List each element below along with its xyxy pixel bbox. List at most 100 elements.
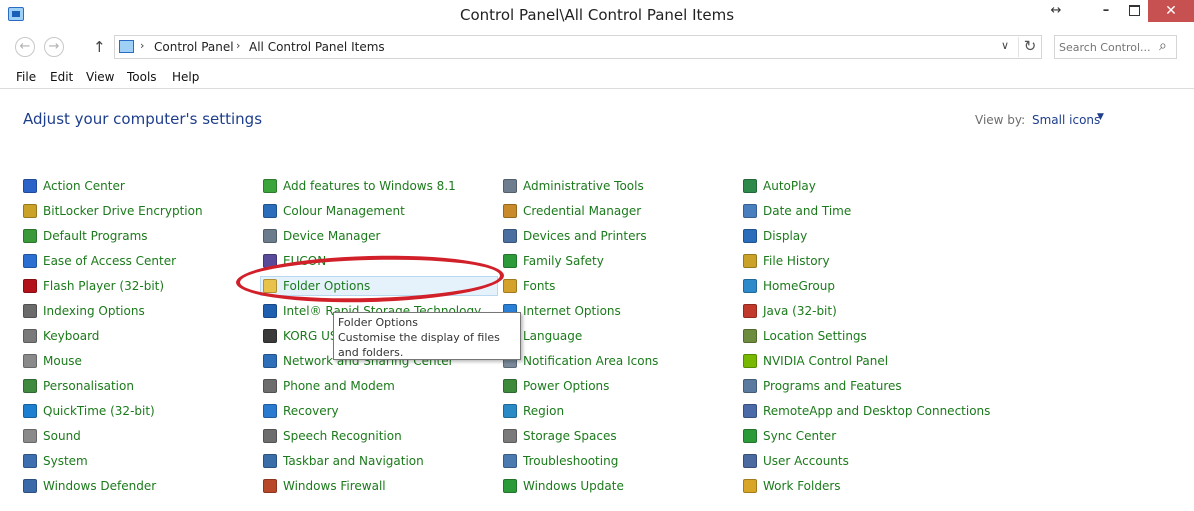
item-personalisation[interactable]: Personalisation bbox=[23, 376, 134, 396]
programs-and-features-icon bbox=[743, 379, 757, 393]
item-recovery[interactable]: Recovery bbox=[263, 401, 339, 421]
item-ease-of-access-center[interactable]: Ease of Access Center bbox=[23, 251, 176, 271]
address-bar[interactable]: › Control Panel › All Control Panel Item… bbox=[114, 35, 1042, 59]
item-colour-management[interactable]: Colour Management bbox=[263, 201, 405, 221]
sync-center-icon bbox=[743, 429, 757, 443]
region-icon bbox=[503, 404, 517, 418]
item-administrative-tools[interactable]: Administrative Tools bbox=[503, 176, 644, 196]
item-sound[interactable]: Sound bbox=[23, 426, 81, 446]
item-fonts[interactable]: Fonts bbox=[503, 276, 555, 296]
item-windows-update[interactable]: Windows Update bbox=[503, 476, 624, 496]
item-label: User Accounts bbox=[763, 454, 849, 468]
item-keyboard[interactable]: Keyboard bbox=[23, 326, 99, 346]
item-mouse[interactable]: Mouse bbox=[23, 351, 82, 371]
item-windows-firewall[interactable]: Windows Firewall bbox=[263, 476, 386, 496]
breadcrumb-separator-icon[interactable]: › bbox=[140, 39, 144, 52]
taskbar-and-navigation-icon bbox=[263, 454, 277, 468]
breadcrumb-all-items[interactable]: All Control Panel Items bbox=[249, 40, 385, 54]
item-homegroup[interactable]: HomeGroup bbox=[743, 276, 835, 296]
item-autoplay[interactable]: AutoPlay bbox=[743, 176, 816, 196]
resize-icon[interactable]: ↔ bbox=[1036, 0, 1076, 22]
item-flash-player-32-bit[interactable]: Flash Player (32-bit) bbox=[23, 276, 164, 296]
item-location-settings[interactable]: Location Settings bbox=[743, 326, 867, 346]
colour-management-icon bbox=[263, 204, 277, 218]
item-label: Language bbox=[523, 329, 583, 343]
item-date-and-time[interactable]: Date and Time bbox=[743, 201, 851, 221]
flash-player-32-bit-icon bbox=[23, 279, 37, 293]
item-system[interactable]: System bbox=[23, 451, 88, 471]
item-speech-recognition[interactable]: Speech Recognition bbox=[263, 426, 402, 446]
item-label: Windows Firewall bbox=[283, 479, 386, 493]
breadcrumb-control-panel[interactable]: Control Panel bbox=[154, 40, 234, 54]
item-credential-manager[interactable]: Credential Manager bbox=[503, 201, 641, 221]
item-bitlocker-drive-encryption[interactable]: BitLocker Drive Encryption bbox=[23, 201, 203, 221]
item-default-programs[interactable]: Default Programs bbox=[23, 226, 148, 246]
default-programs-icon bbox=[23, 229, 37, 243]
item-device-manager[interactable]: Device Manager bbox=[263, 226, 380, 246]
view-by-dropdown[interactable]: Small icons bbox=[1032, 113, 1100, 127]
item-power-options[interactable]: Power Options bbox=[503, 376, 609, 396]
windows-firewall-icon bbox=[263, 479, 277, 493]
close-button[interactable]: ✕ bbox=[1148, 0, 1194, 22]
breadcrumb-separator-icon[interactable]: › bbox=[236, 39, 240, 52]
item-label: Devices and Printers bbox=[523, 229, 647, 243]
item-storage-spaces[interactable]: Storage Spaces bbox=[503, 426, 617, 446]
item-windows-defender[interactable]: Windows Defender bbox=[23, 476, 156, 496]
menu-file[interactable]: File bbox=[16, 70, 36, 84]
item-add-features-to-windows-8-1[interactable]: Add features to Windows 8.1 bbox=[263, 176, 456, 196]
ease-of-access-center-icon bbox=[23, 254, 37, 268]
search-icon[interactable]: ⌕ bbox=[1159, 38, 1167, 54]
item-label: Ease of Access Center bbox=[43, 254, 177, 268]
item-taskbar-and-navigation[interactable]: Taskbar and Navigation bbox=[263, 451, 424, 471]
troubleshooting-icon bbox=[503, 454, 517, 468]
menu-edit[interactable]: Edit bbox=[50, 70, 73, 84]
item-nvidia-control-panel[interactable]: NVIDIA Control Panel bbox=[743, 351, 888, 371]
item-quicktime-32-bit[interactable]: QuickTime (32-bit) bbox=[23, 401, 155, 421]
menu-view[interactable]: View bbox=[86, 70, 114, 84]
speech-recognition-icon bbox=[263, 429, 277, 443]
control-panel-icon bbox=[119, 40, 134, 53]
item-family-safety[interactable]: Family Safety bbox=[503, 251, 604, 271]
windows-defender-icon bbox=[23, 479, 37, 493]
item-troubleshooting[interactable]: Troubleshooting bbox=[503, 451, 618, 471]
item-file-history[interactable]: File History bbox=[743, 251, 830, 271]
chevron-down-icon[interactable]: ▼ bbox=[1097, 112, 1104, 122]
search-input[interactable] bbox=[1059, 38, 1155, 56]
item-label: Add features to Windows 8.1 bbox=[283, 179, 456, 193]
device-manager-icon bbox=[263, 229, 277, 243]
windows-update-icon bbox=[503, 479, 517, 493]
view-by-label: View by: bbox=[975, 113, 1026, 127]
item-programs-and-features[interactable]: Programs and Features bbox=[743, 376, 902, 396]
item-label: Keyboard bbox=[43, 329, 100, 343]
item-label: RemoteApp and Desktop Connections bbox=[763, 404, 991, 418]
item-remoteapp-and-desktop-connections[interactable]: RemoteApp and Desktop Connections bbox=[743, 401, 990, 421]
item-sync-center[interactable]: Sync Center bbox=[743, 426, 836, 446]
nvidia-control-panel-icon bbox=[743, 354, 757, 368]
item-indexing-options[interactable]: Indexing Options bbox=[23, 301, 145, 321]
item-devices-and-printers[interactable]: Devices and Printers bbox=[503, 226, 647, 246]
forward-button[interactable]: → bbox=[44, 37, 64, 57]
item-work-folders[interactable]: Work Folders bbox=[743, 476, 841, 496]
item-user-accounts[interactable]: User Accounts bbox=[743, 451, 849, 471]
item-notification-area-icons[interactable]: Notification Area Icons bbox=[503, 351, 658, 371]
page-title: Adjust your computer's settings bbox=[23, 110, 263, 128]
item-label: Programs and Features bbox=[763, 379, 902, 393]
search-box[interactable]: ⌕ bbox=[1054, 35, 1177, 59]
item-label: Sound bbox=[43, 429, 81, 443]
item-region[interactable]: Region bbox=[503, 401, 564, 421]
item-label: Windows Defender bbox=[43, 479, 157, 493]
refresh-button[interactable]: ↻ bbox=[1018, 37, 1041, 57]
item-phone-and-modem[interactable]: Phone and Modem bbox=[263, 376, 395, 396]
menu-help[interactable]: Help bbox=[172, 70, 199, 84]
item-display[interactable]: Display bbox=[743, 226, 807, 246]
up-button[interactable]: ↑ bbox=[93, 38, 106, 56]
title-bar: Control Panel\All Control Panel Items ↔ … bbox=[0, 0, 1194, 30]
address-dropdown-icon[interactable]: ∨ bbox=[1001, 39, 1009, 52]
back-button[interactable]: ← bbox=[15, 37, 35, 57]
item-label: System bbox=[43, 454, 88, 468]
item-java-32-bit[interactable]: Java (32-bit) bbox=[743, 301, 837, 321]
family-safety-icon bbox=[503, 254, 517, 268]
item-label: Indexing Options bbox=[43, 304, 145, 318]
item-action-center[interactable]: Action Center bbox=[23, 176, 125, 196]
menu-tools[interactable]: Tools bbox=[127, 70, 157, 84]
